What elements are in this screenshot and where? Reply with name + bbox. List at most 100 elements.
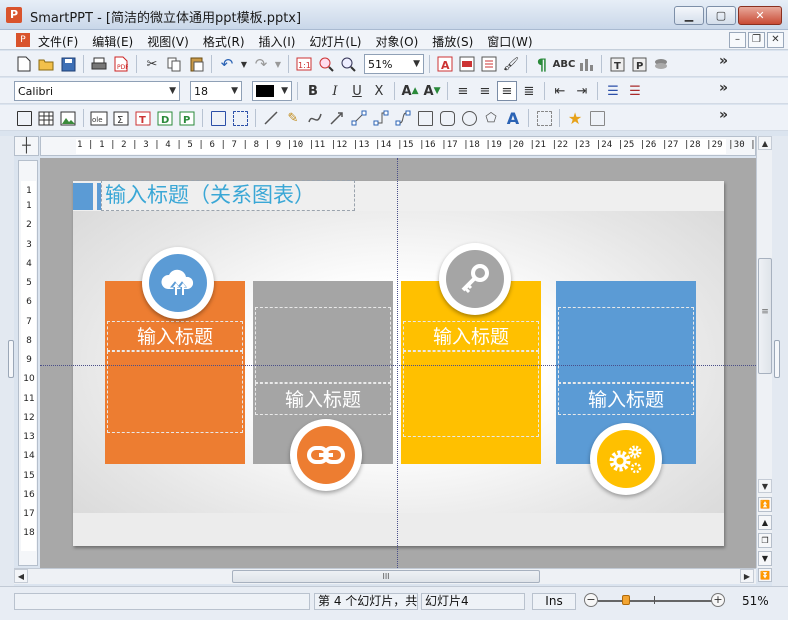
doc-minimize-button[interactable]: – <box>729 32 746 48</box>
select-objects-icon[interactable] <box>587 108 607 128</box>
menu-file[interactable]: 文件(F) <box>38 33 78 50</box>
slide[interactable]: 输入标题（关系图表） 输入标题 输入标题 输入标题 输入标题 <box>73 180 724 546</box>
rectangle-tool-icon[interactable] <box>415 108 435 128</box>
cut-icon[interactable]: ✂ <box>142 54 162 74</box>
redo-icon[interactable]: ↷ <box>251 54 271 74</box>
align-left-icon[interactable]: ≡ <box>453 81 473 101</box>
image-icon[interactable] <box>58 108 78 128</box>
menu-object[interactable]: 对象(O) <box>375 33 418 50</box>
frame-icon[interactable] <box>208 108 228 128</box>
strikethrough-button[interactable]: X <box>369 81 389 101</box>
scroll-up-button[interactable]: ▲ <box>758 136 772 150</box>
zoom-out-button[interactable]: − <box>584 593 598 607</box>
menu-edit[interactable]: 编辑(E) <box>92 33 133 50</box>
zoom-icon[interactable] <box>338 54 358 74</box>
bold-button[interactable]: B <box>303 81 323 101</box>
card-title[interactable]: 输入标题 <box>255 385 391 412</box>
minimize-button[interactable]: ▁ <box>674 6 704 25</box>
slide-canvas[interactable]: 输入标题（关系图表） 输入标题 输入标题 输入标题 输入标题 <box>40 158 756 568</box>
underline-button[interactable]: U <box>347 81 367 101</box>
right-panel-splitter[interactable] <box>774 340 780 378</box>
outline-icon[interactable] <box>479 54 499 74</box>
ruler-corner-button[interactable]: ┼ <box>14 136 39 156</box>
doc-close-button[interactable]: ✕ <box>767 32 784 48</box>
zoom-slider-track[interactable] <box>598 600 713 602</box>
zoom-in-button[interactable]: + <box>711 593 725 607</box>
open-folder-icon[interactable] <box>36 54 56 74</box>
undo-icon[interactable]: ↶ <box>217 54 237 74</box>
arrow-tool-icon[interactable] <box>327 108 347 128</box>
scroll-left-button[interactable]: ◀ <box>14 569 28 583</box>
text-a-icon[interactable]: A <box>435 54 455 74</box>
card-title[interactable]: 输入标题 <box>558 385 694 412</box>
page-placeholder-icon[interactable]: P <box>177 108 197 128</box>
grow-font-icon[interactable]: A ▲ <box>400 81 420 101</box>
frame-select-icon[interactable] <box>230 108 250 128</box>
elbow-connector-icon[interactable] <box>371 108 391 128</box>
ellipse-tool-icon[interactable] <box>459 108 479 128</box>
shrink-font-icon[interactable]: A ▼ <box>422 81 442 101</box>
first-slide-button[interactable]: ⏫ <box>758 497 772 512</box>
toolbar2-more-button[interactable]: » <box>719 80 728 96</box>
actual-size-icon[interactable]: 1:1 <box>294 54 314 74</box>
previous-slide-button[interactable]: ▲ <box>758 515 772 530</box>
slide-p-icon[interactable]: P <box>629 54 649 74</box>
next-slide-button[interactable]: ▼ <box>758 551 772 566</box>
font-color-select[interactable]: ▼ <box>252 81 292 101</box>
rounded-rect-tool-icon[interactable] <box>437 108 457 128</box>
pencil-tool-icon[interactable]: ✎ <box>283 108 303 128</box>
curve-tool-icon[interactable] <box>305 108 325 128</box>
decrease-indent-icon[interactable]: ⇤ <box>550 81 570 101</box>
font-name-select[interactable]: Calibri ▼ <box>14 81 180 101</box>
new-file-icon[interactable] <box>14 54 34 74</box>
menu-view[interactable]: 视图(V) <box>147 33 189 50</box>
print-icon[interactable] <box>89 54 109 74</box>
zoom-page-icon[interactable] <box>316 54 336 74</box>
vertical-ruler[interactable]: 1 1 2 3 4 5 6 7 8 9 10 11 12 13 14 15 16… <box>18 160 38 566</box>
group-icon[interactable] <box>534 108 554 128</box>
scroll-down-button[interactable]: ▼ <box>758 479 772 493</box>
format-painter-icon[interactable]: 🖌 <box>501 54 521 74</box>
menu-window[interactable]: 窗口(W) <box>487 33 532 50</box>
title-placeholder-icon[interactable]: T <box>133 108 153 128</box>
horizontal-ruler[interactable]: 1 | 1 | 2 | 3 | 4 | 5 | 6 | 7 | 8 | 9 |1… <box>40 136 756 156</box>
menu-play[interactable]: 播放(S) <box>432 33 473 50</box>
document-icon[interactable]: P <box>16 33 30 47</box>
align-center-icon[interactable]: ≡ <box>475 81 495 101</box>
card-title[interactable]: 输入标题 <box>107 322 243 349</box>
shapes-tool-icon[interactable]: ⬠ <box>481 108 501 128</box>
horizontal-scrollbar[interactable]: ◀ III ▶ <box>14 568 756 584</box>
table-icon[interactable] <box>36 108 56 128</box>
maximize-button[interactable]: ▢ <box>706 6 736 25</box>
bullet-list-icon[interactable]: ☰ <box>603 81 623 101</box>
zoom-select[interactable]: 51% ▼ <box>364 54 424 74</box>
horizontal-scroll-thumb[interactable]: III <box>232 570 540 583</box>
vertical-scroll-thumb[interactable]: ≡ <box>758 258 772 374</box>
paste-icon[interactable] <box>186 54 206 74</box>
toolbar3-more-button[interactable]: » <box>719 107 728 123</box>
doc-restore-button[interactable]: ❐ <box>748 32 765 48</box>
toolbar1-more-button[interactable]: » <box>719 53 728 69</box>
redo-dropdown-icon[interactable]: ▼ <box>273 54 283 74</box>
curve-connector-icon[interactable] <box>393 108 413 128</box>
background-icon[interactable] <box>457 54 477 74</box>
copy-icon[interactable] <box>164 54 184 74</box>
close-button[interactable]: ✕ <box>738 6 782 25</box>
paragraph-mark-icon[interactable]: ¶ <box>532 54 552 74</box>
chart-icon[interactable] <box>576 54 596 74</box>
last-slide-button[interactable]: ⏬ <box>758 568 772 582</box>
vertical-guide[interactable] <box>397 158 398 568</box>
numbered-list-icon[interactable]: ☰ <box>625 81 645 101</box>
font-size-select[interactable]: 18 ▼ <box>190 81 242 101</box>
vertical-scrollbar[interactable]: ▲ ≡ ▼ ⏫ ▲ ❐ ▼ ⏬ <box>756 136 772 582</box>
horizontal-guide[interactable] <box>40 365 756 366</box>
save-icon[interactable] <box>58 54 78 74</box>
textbox-icon[interactable] <box>14 108 34 128</box>
align-right-icon[interactable]: ≡ <box>497 81 517 101</box>
stack-icon[interactable] <box>651 54 671 74</box>
scroll-right-button[interactable]: ▶ <box>740 569 754 583</box>
left-panel-splitter[interactable] <box>8 340 14 378</box>
date-placeholder-icon[interactable]: D <box>155 108 175 128</box>
line-tool-icon[interactable] <box>261 108 281 128</box>
spell-check-icon[interactable]: ABC <box>553 54 576 74</box>
